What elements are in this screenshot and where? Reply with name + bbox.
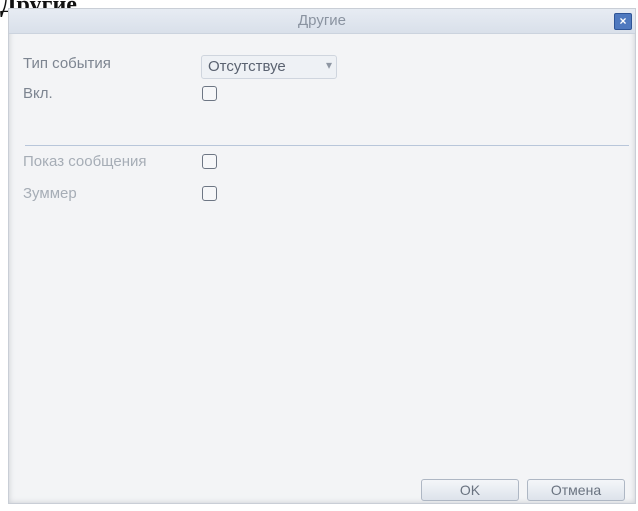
- show-message-checkbox[interactable]: [202, 154, 217, 169]
- title-bar: Другие ×: [9, 9, 635, 34]
- enable-checkbox[interactable]: [202, 86, 217, 101]
- ok-button[interactable]: OK: [421, 479, 519, 501]
- buzzer-label: Зуммер: [23, 185, 77, 202]
- show-message-label: Показ сообщения: [23, 153, 147, 170]
- event-type-select[interactable]: Отсутствуе ▾: [201, 55, 337, 79]
- section-divider: [25, 145, 629, 146]
- cancel-button[interactable]: Отмена: [527, 479, 625, 501]
- event-type-value: Отсутствуе: [208, 58, 286, 75]
- dialog-window: Другие × Тип события Отсутствуе ▾ Вкл. П…: [8, 8, 636, 504]
- close-icon[interactable]: ×: [614, 13, 632, 30]
- event-type-label: Тип события: [23, 55, 111, 72]
- chevron-down-icon: ▾: [325, 58, 332, 72]
- enable-label: Вкл.: [23, 85, 53, 102]
- buzzer-checkbox[interactable]: [202, 186, 217, 201]
- dialog-title: Другие: [297, 12, 347, 29]
